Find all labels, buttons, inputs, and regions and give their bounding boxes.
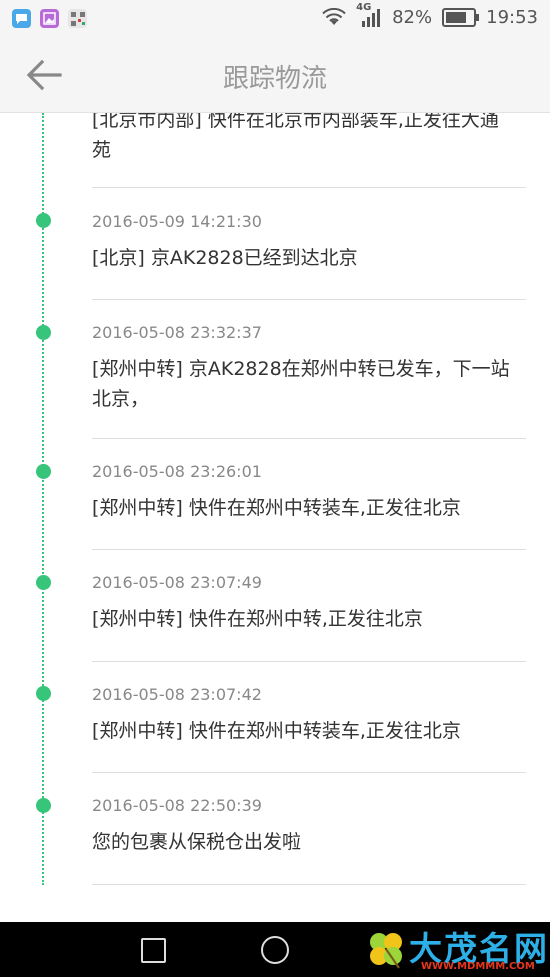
tracking-message: [郑州中转] 京AK2828在郑州中转已发车，下一站北京， (92, 358, 510, 410)
tracking-timeline[interactable]: [北京市内部] 快件在北京市内部装车,正发往大通苑 2016-05-09 14:… (0, 113, 550, 922)
timeline-dot (36, 325, 51, 340)
tracking-message: 您的包裹从保税仓出发啦 (92, 831, 302, 853)
recents-button[interactable] (141, 938, 166, 963)
timeline-line (42, 113, 44, 885)
tracking-time: 2016-05-08 23:07:42 (92, 685, 262, 704)
tracking-time: 2016-05-09 14:21:30 (92, 212, 262, 231)
divider (92, 772, 526, 773)
page-title: 跟踪物流 (222, 64, 327, 94)
status-right: 4G 82% 19:53 (322, 2, 538, 28)
navigation-bar: 大茂名网 WWW.MDMMM.COM (0, 922, 550, 977)
divider (92, 661, 526, 662)
clock: 19:53 (486, 6, 538, 28)
signal-icon: 4G (356, 2, 382, 28)
gallery-notification-icon (40, 9, 59, 28)
status-bar: 4G 82% 19:53 (0, 0, 550, 38)
divider (92, 884, 526, 885)
divider (92, 549, 526, 550)
tracking-time: 2016-05-08 22:50:39 (92, 796, 262, 815)
tracking-message: [郑州中转] 快件在郑州中转装车,正发往北京 (92, 497, 461, 519)
timeline-dot (36, 213, 51, 228)
clover-logo-icon (370, 933, 402, 969)
chat-notification-icon (12, 9, 31, 28)
watermark-url: WWW.MDMMM.COM (421, 961, 535, 972)
divider (92, 438, 526, 439)
timeline-dot (36, 575, 51, 590)
tracking-message: [北京] 京AK2828已经到达北京 (92, 247, 358, 269)
wifi-icon (322, 8, 346, 25)
tracking-time: 2016-05-08 23:32:37 (92, 323, 262, 342)
tracking-message: [郑州中转] 快件在郑州中转装车,正发往北京 (92, 720, 461, 742)
tracking-message: [郑州中转] 快件在郑州中转,正发往北京 (92, 608, 423, 630)
notification-icons (12, 9, 87, 28)
home-button[interactable] (261, 936, 289, 964)
battery-level (446, 11, 466, 23)
timeline-dot (36, 464, 51, 479)
app-bar: 跟踪物流 (0, 38, 550, 113)
battery-icon (442, 7, 480, 27)
timeline-dot (36, 686, 51, 701)
tracking-message: [北京市内部] 快件在北京市内部装车,正发往大通苑 (92, 113, 499, 161)
timeline-dot (36, 798, 51, 813)
divider (92, 299, 526, 300)
battery-percent: 82% (392, 6, 433, 28)
divider (92, 187, 526, 188)
tracking-time: 2016-05-08 23:07:49 (92, 573, 262, 592)
qr-notification-icon (68, 9, 87, 28)
watermark: 大茂名网 WWW.MDMMM.COM (365, 922, 550, 977)
tracking-time: 2016-05-08 23:26:01 (92, 462, 262, 481)
